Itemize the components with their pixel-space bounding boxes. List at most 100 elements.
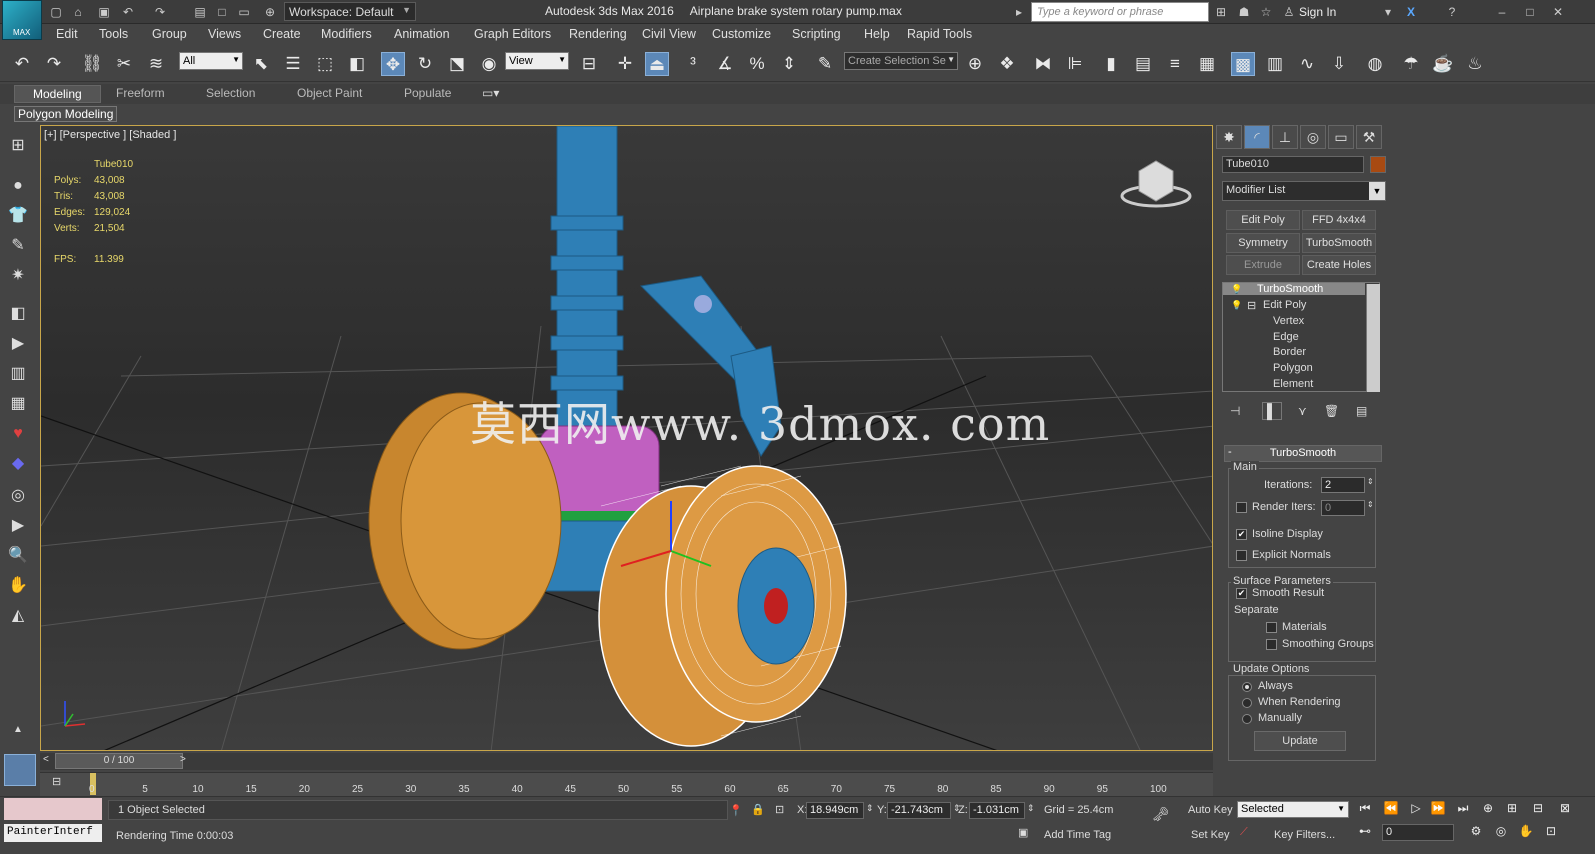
search-input[interactable]: Type a keyword or phrase xyxy=(1031,2,1209,22)
rectangle-selection-icon[interactable]: ⬚ xyxy=(313,52,337,76)
play-next-icon[interactable]: ▶ xyxy=(6,332,30,356)
grid-icon[interactable]: ▦ xyxy=(6,392,30,416)
subscription-icon[interactable]: ☗ xyxy=(1236,4,1252,20)
render-production-icon[interactable]: ☕ xyxy=(1431,52,1455,76)
previous-frame-icon[interactable]: ⏪ xyxy=(1381,801,1401,819)
remove-modifier-icon[interactable]: 🗑 xyxy=(1324,404,1339,418)
object-color-swatch[interactable] xyxy=(1370,156,1386,173)
turbosmooth-button[interactable]: TurboSmooth xyxy=(1302,233,1376,253)
snap-icon[interactable]: ⊕ xyxy=(262,4,278,20)
y-coord-field[interactable]: -21.743cm xyxy=(887,802,951,819)
favorites-star-icon[interactable]: ☆ xyxy=(1258,4,1274,20)
x-coord-field[interactable]: 18.949cm xyxy=(806,802,864,819)
spinner-arrows-icon[interactable]: ⇕ xyxy=(1367,477,1374,486)
render-setup-icon[interactable]: ◍ xyxy=(1363,52,1387,76)
particles-icon[interactable]: ✷ xyxy=(6,264,30,288)
zoom-all-icon[interactable]: ⊞ xyxy=(1502,801,1522,819)
modifier-list-dropdown[interactable]: Modifier List ▼ xyxy=(1222,181,1386,201)
update-button[interactable]: Update xyxy=(1254,731,1346,751)
keyframe-icon[interactable]: ◧ xyxy=(6,302,30,326)
zoom-region-icon[interactable]: ⊠ xyxy=(1555,801,1575,819)
maxscript-listener-pink[interactable] xyxy=(4,798,102,820)
pen-icon[interactable]: ✎ xyxy=(6,234,30,258)
stack-scrollbar[interactable] xyxy=(1366,284,1380,392)
when-rendering-radio[interactable] xyxy=(1242,698,1252,708)
play-icon[interactable]: ▷ xyxy=(1406,801,1426,819)
orbit-icon[interactable]: ◎ xyxy=(1491,824,1511,842)
z-coord-field[interactable]: -1.031cm xyxy=(969,802,1025,819)
always-radio[interactable] xyxy=(1242,682,1252,692)
configure-modifier-sets-icon[interactable]: ▤ xyxy=(1356,404,1367,418)
curve-editor-icon[interactable]: ≡ xyxy=(1163,52,1187,76)
select-manipulate-icon[interactable]: ✛ xyxy=(613,52,637,76)
field-of-view-icon[interactable]: ⊟ xyxy=(1528,801,1548,819)
menu-views[interactable]: Views xyxy=(208,27,241,41)
add-time-tag-button[interactable]: Add Time Tag xyxy=(1044,829,1111,841)
diamond-icon[interactable]: ◆ xyxy=(6,452,30,476)
menu-create[interactable]: Create xyxy=(263,27,301,41)
manually-radio[interactable] xyxy=(1242,714,1252,724)
tab-modeling[interactable]: Modeling xyxy=(14,85,101,103)
object-name-field[interactable]: Tube010 xyxy=(1222,156,1364,173)
binoculars-icon[interactable]: ⊞ xyxy=(1213,4,1229,20)
keyboard-shortcut-override-icon[interactable]: ⏏ xyxy=(645,52,669,76)
close-icon[interactable]: ✕ xyxy=(1550,4,1566,20)
zoom-icon[interactable]: 🔍 xyxy=(6,544,30,568)
orbit-icon[interactable]: ◎ xyxy=(6,484,30,508)
percent-snap-icon[interactable]: % xyxy=(745,52,769,76)
time-slider[interactable]: 0 / 100 xyxy=(55,753,183,769)
shirt-icon[interactable]: 👕 xyxy=(6,204,30,228)
fetch-icon[interactable]: □ xyxy=(214,4,230,20)
tab-populate[interactable]: Populate xyxy=(404,86,451,100)
stack-item-vertex[interactable]: Vertex xyxy=(1273,315,1304,327)
auto-key-button[interactable]: Auto Key xyxy=(1188,804,1233,816)
menu-tools[interactable]: Tools xyxy=(99,27,128,41)
selection-filter-dropdown[interactable]: All ▼ xyxy=(179,52,243,70)
pan-hand-icon[interactable]: ✋ xyxy=(6,574,30,598)
spinner-arrows-icon[interactable]: ⇕ xyxy=(1027,803,1035,814)
menu-animation[interactable]: Animation xyxy=(394,27,450,41)
menu-help[interactable]: Help xyxy=(864,27,890,41)
rotate-icon[interactable]: ↻ xyxy=(413,52,437,76)
sphere-icon[interactable]: ● xyxy=(6,174,30,198)
hierarchy-tab-icon[interactable]: ⊥ xyxy=(1272,125,1298,149)
set-key-button[interactable]: Set Key xyxy=(1191,829,1230,841)
menu-graph-editors[interactable]: Graph Editors xyxy=(474,27,551,41)
maxscript-listener-input[interactable]: PainterInterf xyxy=(4,824,102,842)
edit-named-selection-icon[interactable]: ✎ xyxy=(813,52,837,76)
schematic-view-icon[interactable]: ▦ xyxy=(1195,52,1219,76)
isolate-pin-icon[interactable]: 📍 xyxy=(729,804,743,817)
time-prev-icon[interactable]: < xyxy=(43,754,49,765)
spinner-arrows-icon[interactable]: ⇕ xyxy=(866,803,874,814)
symmetry-button[interactable]: Symmetry xyxy=(1226,233,1300,253)
absolute-mode-icon[interactable]: ⊡ xyxy=(775,803,784,816)
walk-through-icon[interactable]: ▶ xyxy=(6,514,30,538)
render-iters-spinner[interactable]: 0 xyxy=(1321,500,1365,516)
scale-icon[interactable]: ⬔ xyxy=(445,52,469,76)
collapse-icon[interactable]: ⊟ xyxy=(1247,299,1256,312)
heart-icon[interactable]: ♥ xyxy=(6,422,30,446)
stack-item-element[interactable]: Element xyxy=(1273,378,1313,390)
help-icon[interactable]: ? xyxy=(1444,4,1460,20)
snaps-toggle-icon[interactable]: ³ xyxy=(681,52,705,76)
tab-selection[interactable]: Selection xyxy=(206,86,255,100)
menu-civil-view[interactable]: Civil View xyxy=(642,27,696,41)
pan-icon[interactable]: ✋ xyxy=(1516,824,1536,842)
rendered-frame-window-icon[interactable]: ☂ xyxy=(1399,52,1423,76)
save-icon[interactable]: ▣ xyxy=(96,4,112,20)
key-filters-button[interactable]: Key Filters... xyxy=(1274,829,1335,841)
menu-modifiers[interactable]: Modifiers xyxy=(321,27,372,41)
create-tab-icon[interactable]: ✸ xyxy=(1216,125,1242,149)
new-file-icon[interactable]: ▢ xyxy=(48,4,64,20)
key-mode-dropdown[interactable]: Selected ▼ xyxy=(1237,801,1349,818)
extrude-button[interactable]: Extrude xyxy=(1226,255,1300,275)
open-file-icon[interactable]: ⌂ xyxy=(70,4,86,20)
explicit-normals-checkbox[interactable] xyxy=(1236,550,1247,561)
window-crossing-icon[interactable]: ◧ xyxy=(345,52,369,76)
minimize-icon[interactable]: – xyxy=(1494,4,1510,20)
spinner-snap-icon[interactable]: ⇕ xyxy=(777,52,801,76)
scene-explorer-icon[interactable]: ⊞ xyxy=(6,134,30,158)
go-to-start-icon[interactable]: ⏮ xyxy=(1355,801,1375,819)
tab-object-paint[interactable]: Object Paint xyxy=(297,86,362,100)
time-config-icon[interactable]: ⚙ xyxy=(1466,824,1486,842)
